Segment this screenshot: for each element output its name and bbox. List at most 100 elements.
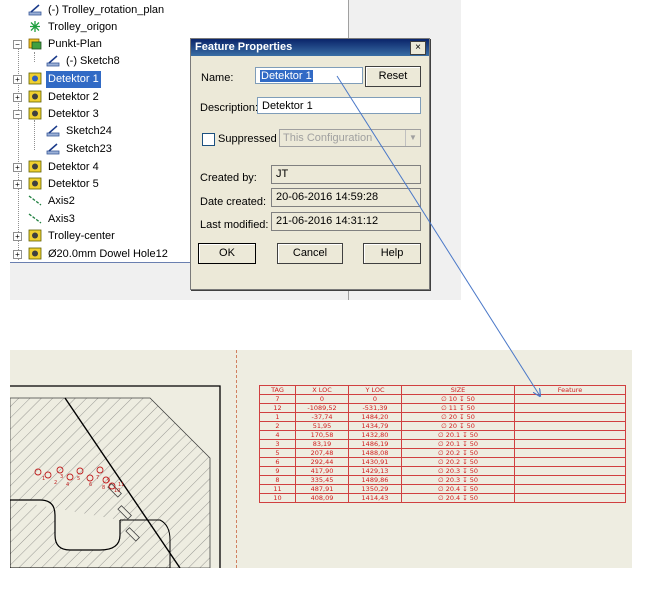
created-by-value: JT: [271, 165, 421, 184]
table-cell: 1: [259, 412, 296, 422]
table-header-yloc: Y LOC: [348, 385, 402, 395]
table-cell: -1089,52: [295, 403, 349, 413]
table-cell: ∅ 20 ↧ 50: [401, 412, 515, 422]
table-row: 7 0 0 ∅ 10 ↧ 50: [259, 394, 626, 404]
table-row: 3 83,19 1486,19 ∅ 20.1 ↧ 50: [259, 439, 626, 449]
table-cell: 1414,43: [348, 493, 402, 503]
tree-item-axis3[interactable]: Axis3: [28, 211, 77, 228]
description-label: Description:: [200, 102, 259, 114]
drawing-sheet: 1 2 3 4 5 6 7 8 9 10 11 TAG X LOC Y LOC …: [10, 350, 632, 568]
sheet-divider: [236, 350, 237, 568]
table-cell: ∅ 20.1 ↧ 50: [401, 439, 515, 449]
tree-item-punkt-plan[interactable]: Punkt-Plan: [28, 36, 104, 53]
tree-item-detektor-5[interactable]: Detektor 5: [28, 176, 101, 193]
expand-toggle-icon[interactable]: +: [13, 93, 22, 102]
dialog-title: Feature Properties: [191, 39, 429, 56]
date-created-value: 20-06-2016 14:59:28: [271, 188, 421, 207]
expand-toggle-icon[interactable]: +: [13, 180, 22, 189]
ok-button[interactable]: OK: [198, 243, 256, 264]
tree-item-sketch23[interactable]: Sketch23: [46, 141, 114, 158]
hole-feature-icon: [28, 107, 42, 119]
hole-tag: 4: [66, 482, 69, 488]
suppressed-checkbox[interactable]: [202, 133, 215, 146]
table-header-size: SIZE: [401, 385, 515, 395]
table-cell: 1488,08: [348, 448, 402, 458]
tree-item-axis2[interactable]: Axis2: [28, 193, 77, 210]
suppressed-label: Suppressed: [218, 133, 277, 145]
hole-table-header: TAG X LOC Y LOC SIZE Feature: [259, 385, 626, 395]
tree-item-trolley-rotation-plan[interactable]: (-) Trolley_rotation_plan: [28, 2, 166, 19]
cancel-button[interactable]: Cancel: [277, 243, 343, 264]
description-field[interactable]: Detektor 1: [257, 97, 421, 114]
reset-button[interactable]: Reset: [365, 66, 421, 87]
hole-feature-icon: [28, 229, 42, 241]
hole-feature-icon: [28, 177, 42, 189]
expand-toggle-icon[interactable]: +: [13, 250, 22, 259]
close-icon[interactable]: ×: [410, 41, 426, 55]
hole-tag: 6: [89, 482, 92, 488]
tree-item-detektor-2[interactable]: Detektor 2: [28, 89, 101, 106]
table-cell: 1489,86: [348, 475, 402, 485]
tree-item-detektor-3[interactable]: Detektor 3: [28, 106, 101, 123]
hole-tag: 7: [96, 475, 99, 481]
table-cell: 1350,29: [348, 484, 402, 494]
table-cell: [514, 475, 626, 485]
table-cell: [514, 448, 626, 458]
expand-toggle-icon[interactable]: +: [13, 232, 22, 241]
help-button[interactable]: Help: [363, 243, 421, 264]
tree-item-detektor-1[interactable]: Detektor 1: [28, 71, 101, 88]
table-cell: ∅ 20.4 ↧ 50: [401, 484, 515, 494]
hole-feature-icon: [28, 160, 42, 172]
hole-tag: 11: [118, 482, 124, 488]
table-row: 9 417,90 1429,13 ∅ 20.3 ↧ 50: [259, 466, 626, 476]
name-label: Name:: [201, 72, 234, 84]
table-cell: ∅ 20.1 ↧ 50: [401, 430, 515, 440]
expand-toggle-icon[interactable]: −: [13, 110, 22, 119]
table-cell: ∅ 20.3 ↧ 50: [401, 475, 515, 485]
table-cell: 4: [259, 430, 296, 440]
table-cell: [514, 421, 626, 431]
table-cell: 1429,13: [348, 466, 402, 476]
table-cell: 408,09: [295, 493, 349, 503]
tree-item-detektor-4[interactable]: Detektor 4: [28, 159, 101, 176]
table-cell: 8: [259, 475, 296, 485]
table-cell: 11: [259, 484, 296, 494]
table-cell: [514, 466, 626, 476]
expand-toggle-icon[interactable]: −: [13, 40, 22, 49]
tree-item-trolley-origon[interactable]: Trolley_origon: [28, 19, 119, 36]
tree-item-sketch24[interactable]: Sketch24: [46, 123, 114, 140]
sketch-icon: [46, 55, 60, 66]
tree-line: [34, 52, 35, 62]
table-cell: 1434,79: [348, 421, 402, 431]
expand-toggle-icon[interactable]: +: [13, 163, 22, 172]
table-cell: 83,19: [295, 439, 349, 449]
table-cell: 335,45: [295, 475, 349, 485]
tree-item-dowel-hole12[interactable]: Ø20.0mm Dowel Hole12: [28, 246, 170, 263]
sketch-icon: [28, 4, 42, 15]
tree-item-trolley-center[interactable]: Trolley-center: [28, 228, 117, 245]
name-field[interactable]: Detektor 1: [255, 67, 363, 84]
table-cell: [514, 403, 626, 413]
table-cell: [514, 412, 626, 422]
table-cell: ∅ 10 ↧ 50: [401, 394, 515, 404]
hole-tag: 2: [54, 480, 57, 486]
table-cell: -531,39: [348, 403, 402, 413]
axis-icon: [28, 195, 42, 206]
tree-line: [34, 120, 35, 150]
hole-table: TAG X LOC Y LOC SIZE Feature 7 0 0 ∅ 10 ↧ 5…: [259, 385, 626, 503]
table-row: 6 292,44 1430,91 ∅ 20.2 ↧ 50: [259, 457, 626, 467]
configuration-select[interactable]: This Configuration ▼: [279, 129, 421, 147]
table-row: 1 -37,74 1484,20 ∅ 20 ↧ 50: [259, 412, 626, 422]
table-cell: 292,44: [295, 457, 349, 467]
hole-feature-icon: [28, 72, 42, 84]
tree-item-sketch8[interactable]: (-) Sketch8: [46, 53, 122, 70]
table-cell: 12: [259, 403, 296, 413]
hole-tag: 3: [60, 474, 63, 480]
chevron-down-icon: ▼: [405, 130, 420, 146]
expand-toggle-icon[interactable]: +: [13, 75, 22, 84]
table-cell: 1486,19: [348, 439, 402, 449]
table-cell: 10: [259, 493, 296, 503]
hole-tag: 10: [114, 488, 120, 494]
table-cell: 5: [259, 448, 296, 458]
table-cell: ∅ 20.2 ↧ 50: [401, 448, 515, 458]
